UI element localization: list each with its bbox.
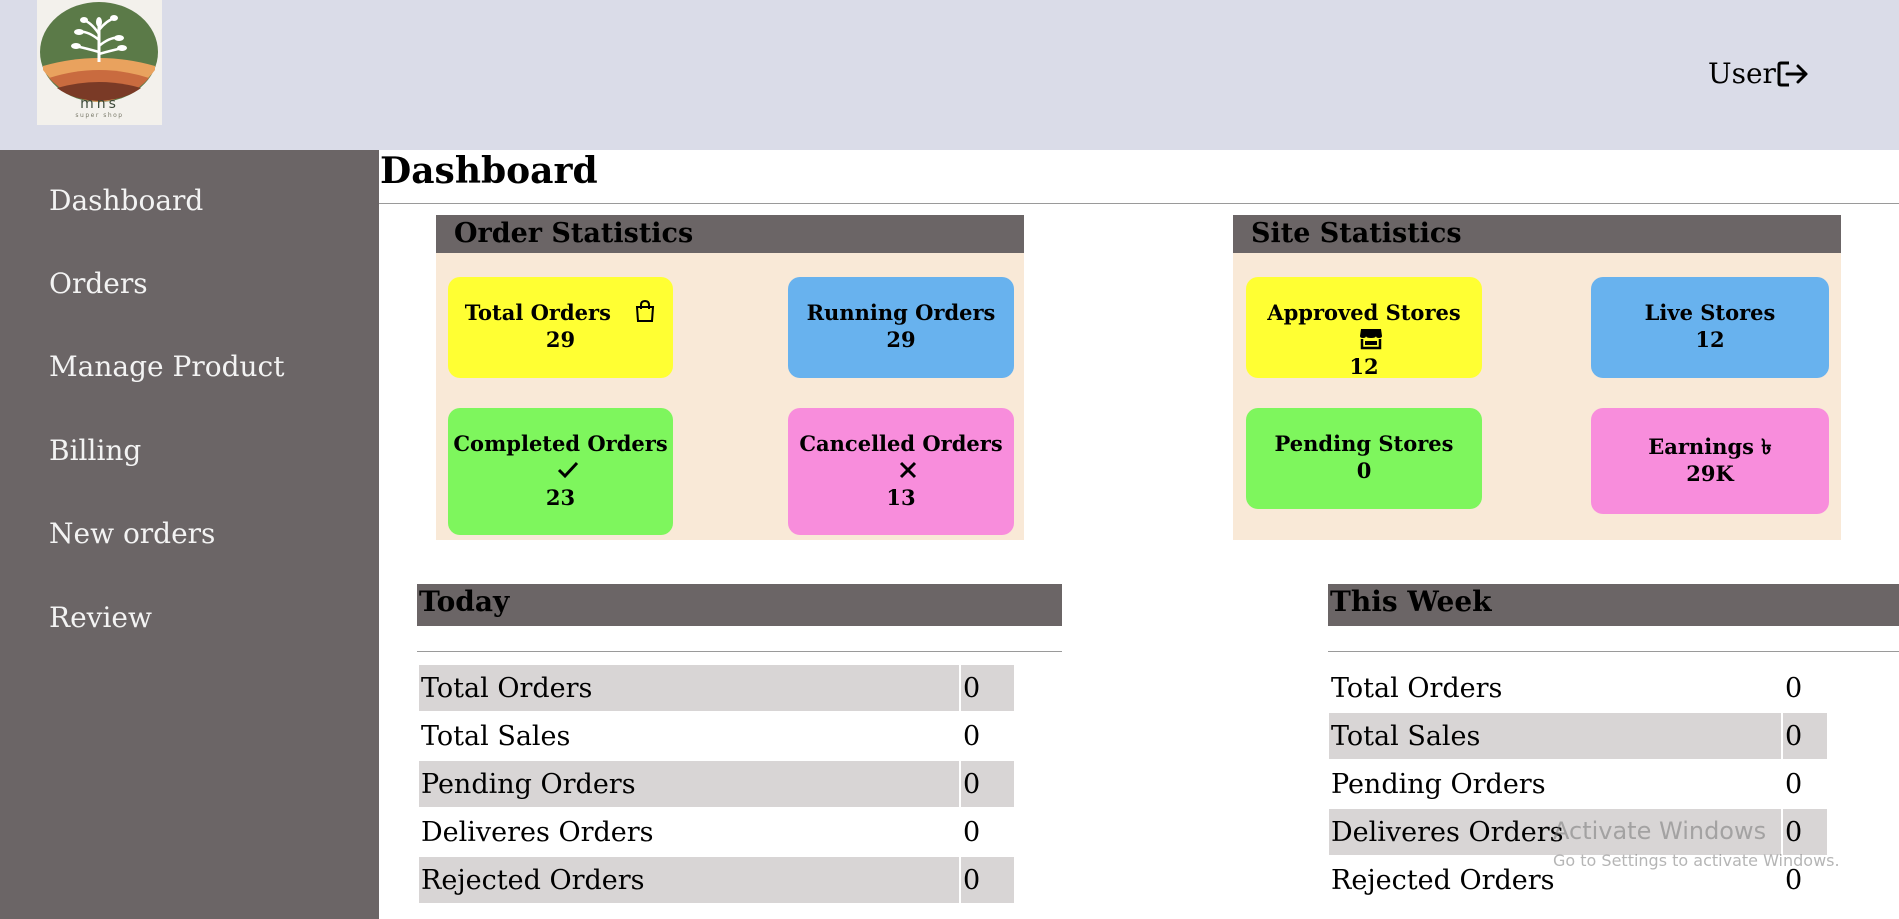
activate-windows-subtitle: Go to Settings to activate Windows. <box>1553 851 1840 870</box>
close-icon-row <box>788 457 1014 484</box>
approved-stores-label: Approved Stores <box>1267 300 1461 325</box>
table-row: Pending Orders 0 <box>419 761 1014 807</box>
store-icon <box>1360 329 1382 350</box>
today-delivered-orders-value: 0 <box>963 816 981 848</box>
site-statistics-panel: Site Statistics Approved Stores 12 Live … <box>1233 215 1841 540</box>
table-row: Total Orders 0 <box>419 665 1014 711</box>
title-divider <box>379 203 1899 204</box>
today-total-orders-value: 0 <box>961 665 1014 711</box>
week-total-orders-value: 0 <box>1785 672 1803 704</box>
sidebar-item-orders[interactable]: Orders <box>49 267 148 300</box>
pending-stores-value: 0 <box>1356 458 1372 483</box>
shopping-bag-icon <box>636 299 655 322</box>
sidebar-item-dashboard[interactable]: Dashboard <box>49 184 203 217</box>
running-orders-label: Running Orders <box>806 300 996 325</box>
completed-orders-card[interactable]: Completed Orders 23 <box>448 408 673 535</box>
today-divider <box>417 651 1062 652</box>
today-delivered-orders-label: Deliveres Orders <box>421 816 654 848</box>
completed-orders-value: 23 <box>545 485 576 510</box>
cancelled-orders-card[interactable]: Cancelled Orders 13 <box>788 408 1014 535</box>
total-orders-label: Total Orders <box>464 300 611 325</box>
today-rejected-orders-label: Rejected Orders <box>419 857 959 903</box>
today-total-orders-label: Total Orders <box>419 665 959 711</box>
total-orders-value: 29 <box>545 327 576 352</box>
week-pending-orders-value: 0 <box>1785 768 1803 800</box>
today-heading: Today <box>417 584 1062 626</box>
check-icon-row <box>448 457 673 484</box>
sidebar-item-billing[interactable]: Billing <box>49 434 141 467</box>
approved-stores-value: 12 <box>1349 354 1379 379</box>
user-logout-link[interactable]: User <box>1708 57 1809 90</box>
today-total-sales-label: Total Sales <box>421 720 571 752</box>
week-total-orders-label: Total Orders <box>1331 672 1503 704</box>
table-row: Total Sales 0 <box>419 713 1014 759</box>
logout-icon <box>1777 61 1808 86</box>
this-week-divider <box>1328 651 1899 652</box>
today-stats-table: Total Orders 0 Total Sales 0 Pending Ord… <box>417 663 1016 905</box>
approved-stores-label-row: Approved Stores <box>1246 299 1482 353</box>
user-label: User <box>1708 57 1776 90</box>
today-total-sales-value: 0 <box>963 720 981 752</box>
running-orders-value: 29 <box>886 327 916 352</box>
running-orders-card[interactable]: Running Orders 29 <box>788 277 1014 378</box>
completed-orders-label: Completed Orders <box>453 431 668 456</box>
today-pending-orders-label: Pending Orders <box>419 761 959 807</box>
brand-logo[interactable]: mns super shop <box>37 0 162 125</box>
cancelled-orders-value: 13 <box>886 485 916 510</box>
close-icon <box>899 461 917 479</box>
pending-stores-card[interactable]: Pending Stores 0 <box>1246 408 1482 509</box>
week-total-sales-value: 0 <box>1783 713 1827 759</box>
sidebar-item-review[interactable]: Review <box>49 601 152 634</box>
order-statistics-panel: Order Statistics Total Orders 29 Running… <box>436 215 1024 540</box>
today-pending-orders-value: 0 <box>961 761 1014 807</box>
table-row: Pending Orders 0 <box>1329 761 1827 807</box>
check-icon <box>557 461 578 479</box>
site-statistics-heading: Site Statistics <box>1233 215 1841 253</box>
pending-stores-label: Pending Stores <box>1274 431 1454 456</box>
logo-text: mns <box>80 96 119 112</box>
table-row: Rejected Orders 0 <box>419 857 1014 903</box>
sidebar-item-new-orders[interactable]: New orders <box>49 517 215 550</box>
live-stores-value: 12 <box>1695 327 1725 352</box>
total-orders-card[interactable]: Total Orders 29 <box>448 277 673 378</box>
order-statistics-heading: Order Statistics <box>436 215 1024 253</box>
table-row: Total Orders 0 <box>1329 665 1827 711</box>
logo-subtext: super shop <box>75 112 124 119</box>
table-row: Deliveres Orders 0 <box>419 809 1014 855</box>
activate-windows-title: Activate Windows <box>1553 817 1767 845</box>
today-rejected-orders-value: 0 <box>961 857 1014 903</box>
table-row: Total Sales 0 <box>1329 713 1827 759</box>
this-week-heading: This Week <box>1328 584 1899 626</box>
week-total-sales-label: Total Sales <box>1329 713 1781 759</box>
approved-stores-card[interactable]: Approved Stores 12 <box>1246 277 1482 379</box>
earnings-card[interactable]: Earnings ৳ 29K <box>1591 408 1829 514</box>
live-stores-card[interactable]: Live Stores 12 <box>1591 277 1829 378</box>
sidebar-item-manage-product[interactable]: Manage Product <box>49 350 284 383</box>
total-orders-label-row: Total Orders <box>448 299 673 326</box>
page-title: Dashboard <box>380 150 598 192</box>
week-delivered-orders-value: 0 <box>1783 809 1827 855</box>
cancelled-orders-label: Cancelled Orders <box>799 431 1003 456</box>
sidebar: Dashboard Orders Manage Product Billing … <box>0 150 379 919</box>
week-pending-orders-label: Pending Orders <box>1331 768 1546 800</box>
earnings-value: 29K <box>1686 461 1734 486</box>
live-stores-label: Live Stores <box>1644 300 1776 325</box>
taka-currency-icon: ৳ <box>1761 434 1772 459</box>
top-header: mns super shop User <box>0 0 1899 150</box>
earnings-label: Earnings <box>1648 434 1754 459</box>
earnings-label-row: Earnings ৳ <box>1591 433 1829 460</box>
